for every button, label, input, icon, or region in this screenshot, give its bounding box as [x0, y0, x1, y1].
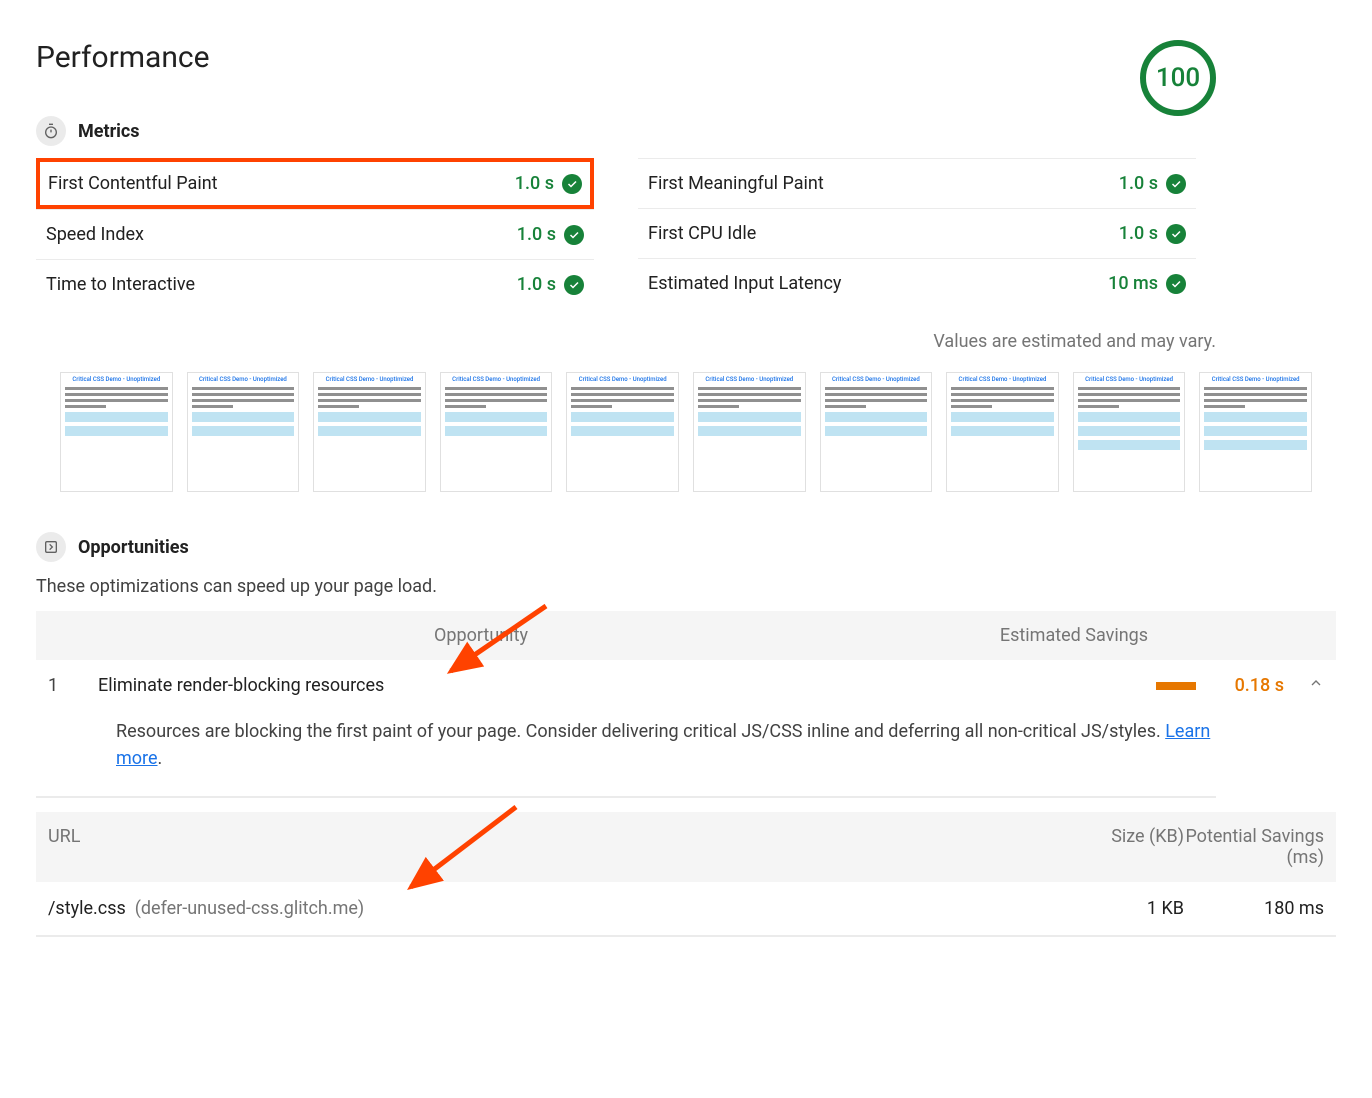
metric-label: First Contentful Paint: [48, 173, 218, 194]
opportunity-name: Eliminate render-blocking resources: [98, 675, 884, 696]
resource-savings: 180 ms: [1184, 898, 1324, 919]
resource-size: 1 KB: [1044, 898, 1184, 919]
url-header-label: URL: [48, 826, 1044, 868]
metric-label: Time to Interactive: [46, 274, 195, 295]
filmstrip-frame: Critical CSS Demo - Unoptimized: [1199, 372, 1312, 492]
metric-value: 1.0 s: [517, 274, 556, 295]
resource-host: (defer-unused-css.glitch.me): [135, 898, 364, 919]
stopwatch-icon: [36, 116, 66, 146]
resource-table-header: URL Size (KB) Potential Savings (ms): [36, 812, 1336, 882]
checkmark-icon: [1166, 224, 1186, 244]
opportunity-index: 1: [48, 675, 98, 696]
opportunity-savings-value: 0.18 s: [1204, 675, 1284, 696]
metric-row[interactable]: Time to Interactive 1.0 s: [36, 259, 594, 309]
metric-value: 10 ms: [1108, 273, 1158, 294]
filmstrip-frame: Critical CSS Demo - Unoptimized: [187, 372, 300, 492]
filmstrip-frame: Critical CSS Demo - Unoptimized: [946, 372, 1059, 492]
resource-row: /style.css (defer-unused-css.glitch.me) …: [36, 882, 1336, 937]
opportunities-section-header: Opportunities: [36, 532, 1336, 562]
metric-row[interactable]: Speed Index 1.0 s: [36, 209, 594, 259]
filmstrip-frame: Critical CSS Demo - Unoptimized: [820, 372, 933, 492]
metric-row[interactable]: Estimated Input Latency 10 ms: [638, 258, 1196, 308]
opportunity-header-label: Opportunity: [98, 625, 864, 646]
metric-label: Speed Index: [46, 224, 144, 245]
opportunities-section-title: Opportunities: [78, 537, 189, 558]
resource-path: /style.css: [48, 898, 126, 919]
opportunity-row[interactable]: 1 Eliminate render-blocking resources 0.…: [36, 660, 1336, 710]
metric-value: 1.0 s: [1119, 223, 1158, 244]
size-header-label: Size (KB): [1044, 826, 1184, 868]
metrics-grid: First Contentful Paint 1.0 s Speed Index 1.…: [36, 158, 1196, 309]
filmstrip-frame: Critical CSS Demo - Unoptimized: [566, 372, 679, 492]
filmstrip: Critical CSS Demo - UnoptimizedCritical …: [60, 372, 1312, 492]
filmstrip-frame: Critical CSS Demo - Unoptimized: [693, 372, 806, 492]
metric-label: First CPU Idle: [648, 223, 756, 244]
checkmark-icon: [564, 225, 584, 245]
page-title: Performance: [36, 40, 210, 75]
filmstrip-frame: Critical CSS Demo - Unoptimized: [440, 372, 553, 492]
metric-value: 1.0 s: [1119, 173, 1158, 194]
metric-value: 1.0 s: [515, 173, 554, 194]
metric-row[interactable]: First Contentful Paint 1.0 s: [36, 158, 594, 209]
metrics-section-title: Metrics: [78, 121, 140, 142]
potential-savings-header-label: Potential Savings (ms): [1184, 826, 1324, 868]
metric-row[interactable]: First Meaningful Paint 1.0 s: [638, 158, 1196, 208]
metric-row[interactable]: First CPU Idle 1.0 s: [638, 208, 1196, 258]
checkmark-icon: [1166, 274, 1186, 294]
metric-label: First Meaningful Paint: [648, 173, 824, 194]
opportunities-icon: [36, 532, 66, 562]
filmstrip-frame: Critical CSS Demo - Unoptimized: [313, 372, 426, 492]
metric-label: Estimated Input Latency: [648, 273, 841, 294]
savings-bar: [1156, 682, 1196, 690]
opportunity-desc-text: Resources are blocking the first paint o…: [116, 721, 1165, 742]
filmstrip-frame: Critical CSS Demo - Unoptimized: [1073, 372, 1186, 492]
metrics-disclaimer: Values are estimated and may vary.: [36, 331, 1216, 352]
checkmark-icon: [562, 174, 582, 194]
metric-value: 1.0 s: [517, 224, 556, 245]
chevron-up-icon[interactable]: [1284, 675, 1324, 696]
filmstrip-frame: Critical CSS Demo - Unoptimized: [60, 372, 173, 492]
savings-header-label: Estimated Savings: [864, 625, 1284, 646]
performance-score: 100: [1140, 40, 1216, 116]
opportunity-description: Resources are blocking the first paint o…: [36, 710, 1216, 798]
opportunity-table-header: Opportunity Estimated Savings: [36, 611, 1336, 660]
opportunities-description: These optimizations can speed up your pa…: [36, 576, 1336, 597]
checkmark-icon: [1166, 174, 1186, 194]
checkmark-icon: [564, 275, 584, 295]
metrics-section-header: Metrics: [36, 116, 1336, 146]
